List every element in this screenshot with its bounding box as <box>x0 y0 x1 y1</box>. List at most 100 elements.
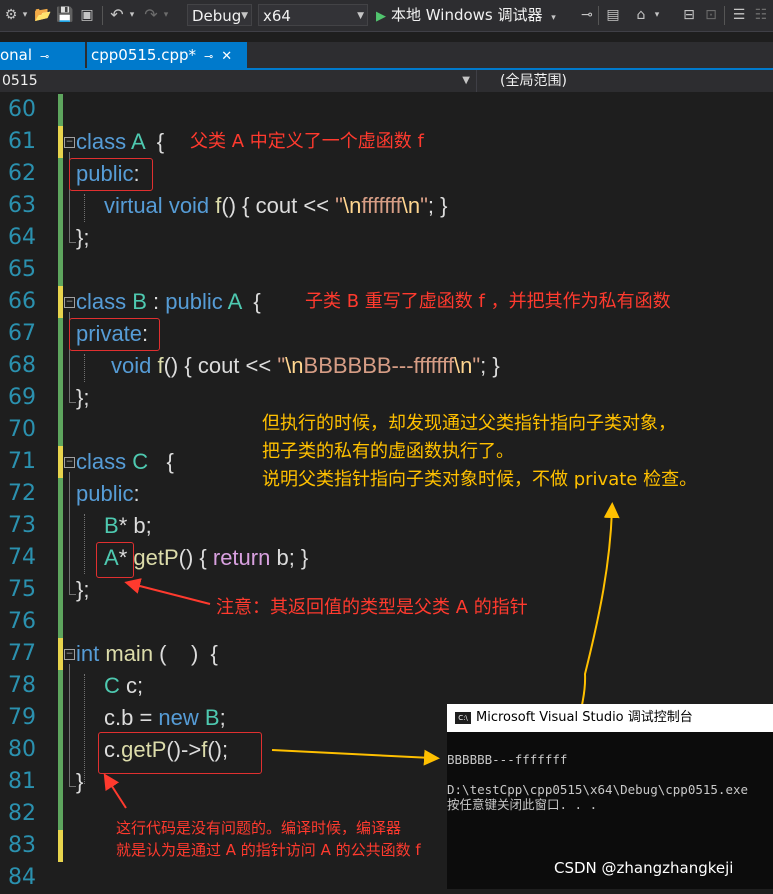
code-text: ( ) { <box>153 641 218 666</box>
save-all-icon[interactable]: ▣ <box>78 6 96 24</box>
line-number: 66 <box>8 289 36 314</box>
line-number: 76 <box>8 609 36 634</box>
solution-config-combo[interactable]: Debug ▼ <box>187 4 252 26</box>
string-quote: " <box>277 353 286 378</box>
chevron-down-icon: ▼ <box>357 11 364 21</box>
code-line-66: class B : public A { <box>76 286 261 318</box>
scope-combo-value: (全局范围) <box>500 73 567 89</box>
collapse-icon[interactable]: − <box>64 649 75 660</box>
settings-gear-icon[interactable]: ⚙ <box>2 6 20 24</box>
align-icon[interactable]: ⊟ <box>680 6 698 24</box>
platform-combo[interactable]: x64 ▼ <box>258 4 368 26</box>
code-text: () { cout << <box>221 193 336 218</box>
folder-icon[interactable]: ▤ <box>604 6 622 24</box>
chevron-down-icon[interactable]: ▾ <box>551 13 556 23</box>
line-number: 63 <box>8 193 36 218</box>
open-folder-icon[interactable]: 📂 <box>34 6 52 24</box>
scope-bracket <box>69 664 76 787</box>
save-icon[interactable]: 💾 <box>56 6 74 24</box>
line-number: 68 <box>8 353 36 378</box>
pin-icon[interactable]: ⊸ <box>580 6 594 24</box>
console-app-icon: C:\ <box>455 712 471 724</box>
line-number: 73 <box>8 513 36 538</box>
line-number: 79 <box>8 705 36 730</box>
class-name: B <box>132 289 147 314</box>
keyword: class <box>76 129 127 154</box>
code-text: : <box>146 289 166 314</box>
collapse-icon[interactable]: − <box>64 137 75 148</box>
toolbar-separator <box>598 6 599 25</box>
keyword: public <box>165 289 223 314</box>
annotation-exec-line: 把子类的私有的虚函数执行了。 <box>262 441 514 462</box>
keyword: public <box>76 481 134 506</box>
project-combo[interactable]: 0515 ▼ <box>0 70 477 92</box>
scope-bracket <box>69 472 76 595</box>
highlight-box-private <box>69 318 160 351</box>
tab-label: onal <box>0 46 33 64</box>
code-line-81: } <box>76 769 84 794</box>
collapse-icon[interactable]: − <box>64 457 75 468</box>
keyword: new <box>158 705 199 730</box>
redo-dropdown-icon[interactable]: ▾ <box>161 6 171 24</box>
watermark: CSDN @zhangzhangkeji <box>554 859 734 877</box>
function-name: main <box>105 641 154 666</box>
home-icon[interactable]: ⌂ <box>632 6 650 24</box>
dropdown-arrow-icon[interactable]: ▾ <box>20 6 30 24</box>
punct: : <box>133 481 140 506</box>
line-number: 60 <box>8 97 36 122</box>
outdent-icon[interactable]: ⊡ <box>702 6 720 24</box>
uncomment-lines-icon[interactable]: ☷ <box>752 6 770 24</box>
change-indicator-unsaved <box>58 286 63 318</box>
line-number: 74 <box>8 545 36 570</box>
undo-icon[interactable]: ↶ <box>108 6 126 24</box>
change-indicator-unsaved <box>58 830 63 862</box>
line-number: 80 <box>8 737 36 762</box>
tab-cpp0515[interactable]: cpp0515.cpp* ⊸ ✕ <box>87 42 247 68</box>
code-line-77: int main ( ) { <box>76 638 218 670</box>
class-name: C <box>132 449 149 474</box>
annotation-exec-line: 但执行的时候，却发现通过父类指针指向子类对象， <box>262 413 676 434</box>
code-line-75: }; <box>76 577 90 602</box>
console-title-bar[interactable]: C:\ Microsoft Visual Studio 调试控制台 <box>447 704 773 732</box>
annotation-call-line: 就是认为是通过 A 的指针访问 A 的公共函数 f <box>116 841 421 859</box>
code-line-68: void f() { cout << "\nBBBBBB---fffffff\n… <box>111 350 500 382</box>
toolbar: ⚙ ▾ 📂 💾 ▣ ↶ ▾ ↷ ▾ Debug ▼ x64 ▼ ▶ 本地 Wind… <box>0 0 773 32</box>
collapse-icon[interactable]: − <box>64 297 75 308</box>
dropdown-arrow-icon[interactable]: ▾ <box>652 6 662 24</box>
platform-value: x64 <box>263 7 291 25</box>
brace: { <box>253 289 261 314</box>
close-icon[interactable]: ✕ <box>221 49 232 64</box>
scope-combo[interactable]: (全局范围) <box>500 70 567 92</box>
indent-guide <box>84 514 85 574</box>
pin-icon[interactable]: ⊸ <box>204 50 213 63</box>
function-name: getP <box>133 545 179 570</box>
redo-icon[interactable]: ↷ <box>142 6 160 24</box>
undo-dropdown-icon[interactable]: ▾ <box>127 6 137 24</box>
tab-onal[interactable]: onal ⊸ <box>0 42 85 68</box>
escape-seq: \n <box>285 353 304 378</box>
arrow-to-return-type <box>124 578 211 605</box>
code-editor[interactable]: 60 61 62 63 64 65 66 67 68 69 70 71 72 7… <box>0 94 773 890</box>
pin-icon[interactable]: ⊸ <box>40 50 49 63</box>
line-number: 84 <box>8 865 36 890</box>
line-number: 72 <box>8 481 36 506</box>
string-quote: " <box>472 353 481 378</box>
project-combo-value: 0515 <box>2 73 38 89</box>
indent-guide <box>84 354 85 382</box>
highlight-box-return-type <box>96 542 134 578</box>
line-number: 64 <box>8 225 36 250</box>
code-text: ; } <box>480 353 500 378</box>
comment-lines-icon[interactable]: ☰ <box>730 6 748 24</box>
start-debugging-button[interactable]: ▶ 本地 Windows 调试器 ▾ <box>376 4 556 26</box>
code-text: c; <box>119 673 144 698</box>
annotation-return-type: 注意：其返回值的类型是父类 A 的指针 <box>216 597 528 618</box>
keyword: void <box>111 353 152 378</box>
arrow-to-call-line <box>103 773 127 809</box>
annotation-call-line: 这行代码是没有问题的。编译时候，编译器 <box>116 819 402 837</box>
arrow-to-console <box>271 749 440 766</box>
type-name: C <box>104 673 120 698</box>
solution-config-value: Debug <box>192 7 242 25</box>
chevron-down-icon: ▼ <box>462 75 470 86</box>
code-line-79: c.b = new B; <box>104 702 226 734</box>
chevron-down-icon: ▼ <box>241 11 248 21</box>
